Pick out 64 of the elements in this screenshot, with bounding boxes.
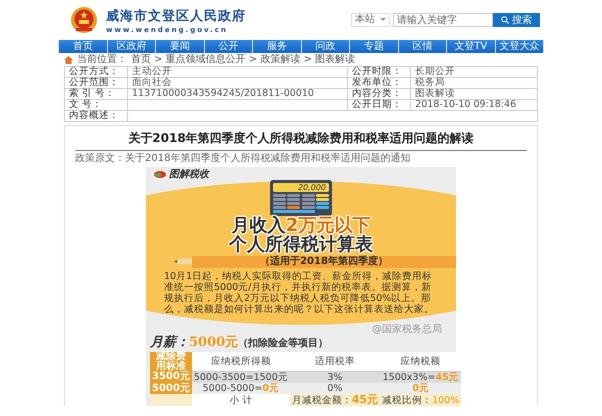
nav-link[interactable]: 区政府 [108,40,156,53]
brand-name: 图解税收 [169,169,209,180]
nav-link[interactable]: 首页 [59,40,108,53]
table-cell: 1500x3%=45元 [382,372,459,383]
nav-link[interactable]: 专题 [350,40,398,53]
breadcrumb-label: 当前位置： [77,53,127,66]
table-cell: 3% [327,372,342,383]
search-button[interactable]: 搜索 [493,13,540,27]
source-credit: @国家税务总局 [371,322,443,334]
search-icon [501,16,509,24]
nav-link[interactable]: 区情 [398,40,447,53]
saving-ratio: 减税比例：100% [382,394,460,406]
deduction-standard: 5000元 [152,382,190,394]
field-value: 图表解读 [415,88,456,99]
poster-title: 个人所得税计算表 [229,234,373,254]
nav-link[interactable]: 文登大众 [496,40,543,53]
salary-note: （扣除险金等项目） [238,336,328,350]
field-value: 2018-10-10 09:18:46 [415,99,516,110]
pencil-icon [174,257,192,266]
emblem-icon [70,6,98,34]
field-label: 公开日期： [352,99,402,110]
nav-link[interactable]: 公开 [204,40,253,53]
column-header: 适用税率 [314,356,355,367]
table-cell: 0元 [412,383,429,394]
field-label: 内容概述： [69,110,119,121]
field-value: 113710000343594245/201811-00010 [132,88,314,99]
breadcrumb-path: 首页 > 重点领域信息公开 > 政策解读 > 图表解读 [131,53,356,66]
field-value: 税务局 [415,77,446,88]
field-label: 文 号： [69,99,102,110]
search-field[interactable]: 请输入关键字 [393,13,493,27]
table-cell: 5000-5000=0元 [202,383,279,394]
field-label: 公开时限： [352,66,402,77]
table-cell: 0% [327,383,342,394]
scope-dropdown[interactable]: 本站 [351,13,390,27]
nav-link[interactable]: 问政 [302,40,350,53]
subtitle-banner: （适用于2018年第四季度） [192,256,456,268]
field-label: 内容分类： [352,88,402,99]
intro-paragraph: 10月1日起，纳税人实际取得的工资、薪金所得，减除费用标准统一按照5000元/月执行，并执行新的税率表。据测算，新规执行后，月收入2万元以下纳税人税负可降低50%以上。那么，减税额是如何计算出来的呢？以下这张计算表送给大家。 [163,270,435,314]
home-icon [64,56,73,64]
field-label: 发布单位： [352,77,402,88]
deduction-standard: 3500元 [152,371,190,382]
policy-source-text: 政策原文：关于2018年第四季度个人所得税减除费用和税率适用问题的通知 [75,152,412,166]
field-label: 索 引 号： [69,88,116,99]
salary-amount: 5000元 [189,334,238,350]
field-value: 主动公开 [132,66,172,77]
nav-link[interactable]: 服务 [253,40,302,53]
column-header: 减除费用标准 [155,352,186,372]
field-value: 长期公开 [415,66,456,77]
nav-link[interactable]: 文登TV [447,40,496,53]
field-value: 面向社会 [132,77,172,88]
article-title: 关于2018年第四季度个人所得税减除费用和税率适用问题的解读 [75,126,527,151]
field-label: 公开方式： [69,66,119,77]
poster-title: 月收入2万元以下 [232,216,370,234]
column-header: 应纳税所得额 [210,356,271,367]
field-label: 公开范围： [69,77,119,88]
salary-label: 月薪： [150,334,189,350]
calculator-display: 20,000 [273,183,329,192]
monthly-saving: 月减税金额：45元 [292,395,378,406]
table-cell: 5000-3500=1500元 [194,372,288,383]
nav-link[interactable]: 要闻 [156,40,204,53]
leaf-logo-icon [154,171,166,178]
subtotal-label: 小 计 [229,394,252,406]
column-header: 应纳税额 [400,356,441,367]
site-title: 威海市文登区人民政府 [106,8,246,24]
